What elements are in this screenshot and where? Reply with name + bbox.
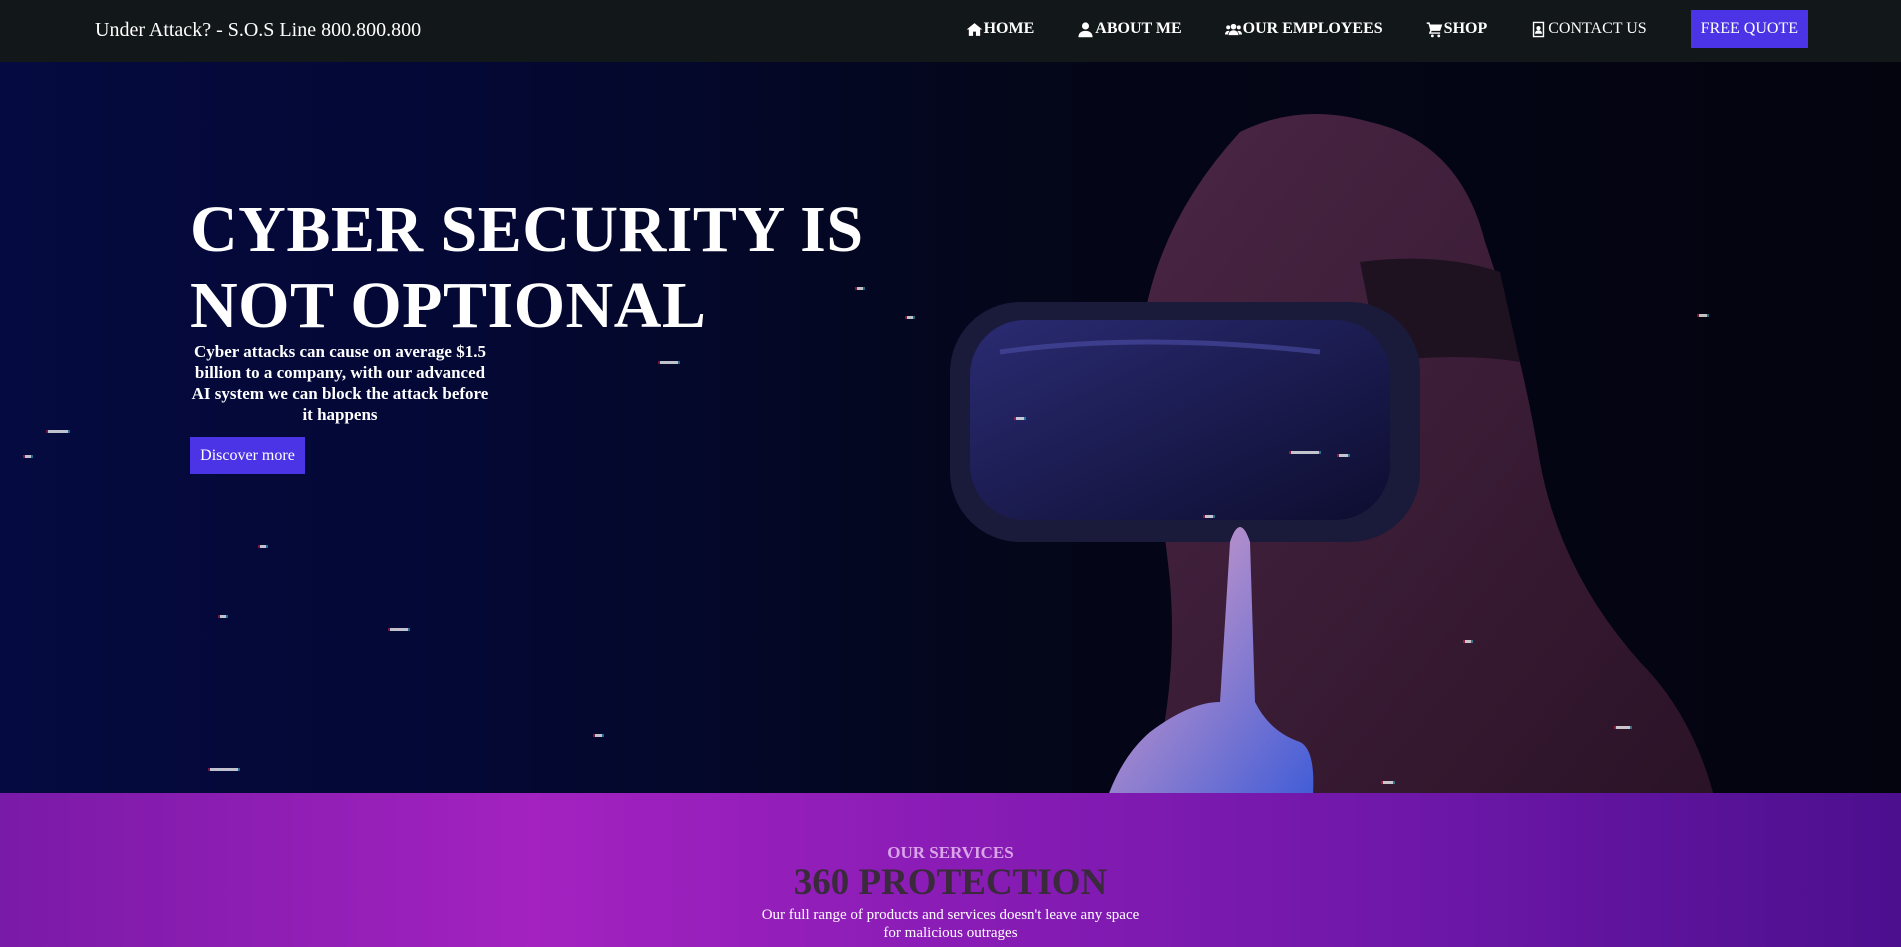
services-section: OUR SERVICES 360 PROTECTION Our full ran…: [0, 793, 1901, 947]
glitch-speck: [1465, 640, 1471, 643]
glitch-speck: [1205, 515, 1213, 518]
glitch-speck: [210, 768, 238, 771]
users-icon: [1224, 23, 1242, 35]
services-eyebrow: OUR SERVICES: [887, 843, 1014, 862]
nav-employees-label: OUR EMPLOYEES: [1242, 20, 1383, 37]
glitch-speck: [907, 316, 913, 319]
cart-icon: [1426, 21, 1442, 37]
nav-about-label: ABOUT ME: [1095, 20, 1182, 37]
nav-contact[interactable]: CONTACT US: [1530, 20, 1647, 38]
user-icon: [1078, 21, 1093, 37]
glitch-speck: [1616, 726, 1630, 729]
sos-hotline: Under Attack? - S.O.S Line 800.800.800: [95, 19, 422, 41]
glitch-speck: [1339, 454, 1348, 457]
hero-title-line1: CYBER SECURITY IS: [190, 193, 864, 266]
discover-more-button[interactable]: Discover more: [190, 437, 305, 474]
nav-home[interactable]: HOME: [966, 20, 1035, 38]
glitch-speck: [390, 628, 408, 631]
glitch-speck: [220, 615, 226, 618]
glitch-speck: [1291, 451, 1319, 454]
contact-card-icon: [1533, 21, 1545, 37]
services-heading: 360 PROTECTION: [793, 862, 1108, 903]
nav-shop[interactable]: SHOP: [1426, 20, 1488, 38]
glitch-speck: [660, 361, 678, 364]
top-navigation-bar: Under Attack? - S.O.S Line 800.800.800 H…: [0, 0, 1901, 62]
free-quote-button[interactable]: FREE QUOTE: [1690, 10, 1808, 48]
glitch-speck: [48, 430, 68, 433]
hero-image-hooded-vr-person: [950, 114, 1714, 793]
nav-contact-label: CONTACT US: [1548, 20, 1647, 37]
main-nav: HOME ABOUT ME OUR EMPLOYEES SHOP CONTACT…: [923, 10, 1808, 48]
nav-shop-label: SHOP: [1443, 20, 1488, 37]
services-description: Our full range of products and services …: [761, 907, 1140, 941]
nav-employees[interactable]: OUR EMPLOYEES: [1224, 20, 1383, 38]
glitch-speck: [595, 734, 602, 737]
hero-subtitle: Cyber attacks can cause on average $1.5 …: [191, 342, 489, 424]
glitch-speck: [25, 455, 31, 458]
hero-section: CYBER SECURITY IS NOT OPTIONAL Cyber att…: [0, 62, 1901, 793]
hero-title: CYBER SECURITY IS NOT OPTIONAL: [190, 192, 890, 344]
nav-about[interactable]: ABOUT ME: [1077, 20, 1182, 38]
home-icon: [966, 22, 982, 36]
hero-title-line2: NOT OPTIONAL: [190, 269, 707, 342]
nav-home-label: HOME: [983, 20, 1035, 37]
glitch-speck: [1699, 314, 1707, 317]
glitch-speck: [1016, 417, 1024, 420]
glitch-speck: [1383, 781, 1393, 784]
glitch-speck: [260, 545, 266, 548]
